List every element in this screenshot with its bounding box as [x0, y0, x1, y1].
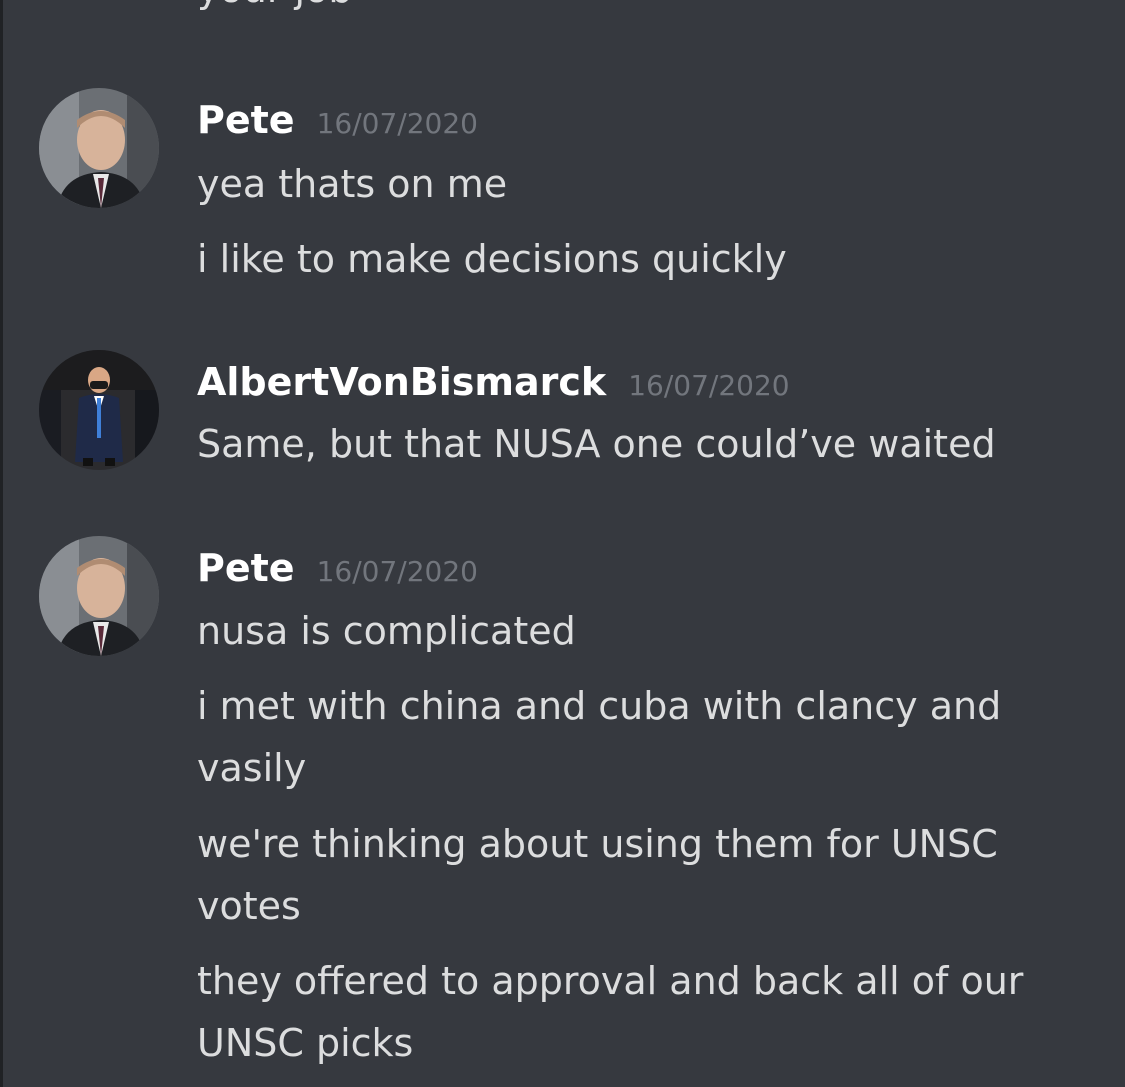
previous-message-text: your job: [197, 0, 352, 12]
message-text: yea thats on me: [197, 162, 508, 206]
message-text: nusa is complicated: [197, 609, 576, 653]
user-avatar-image: [39, 350, 159, 470]
avatar[interactable]: [39, 536, 159, 656]
avatar[interactable]: [39, 350, 159, 470]
username[interactable]: Pete: [197, 546, 295, 590]
user-avatar-image: [39, 88, 159, 208]
message-text: Same, but that NUSA one could’ve waited: [197, 422, 996, 466]
timestamp: 16/07/2020: [628, 369, 790, 402]
user-avatar-image: [39, 536, 159, 656]
timestamp: 16/07/2020: [316, 107, 478, 140]
avatar[interactable]: [39, 88, 159, 208]
message-header: Pete 16/07/2020: [197, 546, 478, 590]
username[interactable]: AlbertVonBismarck: [197, 360, 606, 404]
message-text: we're thinking about using them for UNSC: [197, 822, 998, 866]
message-header: AlbertVonBismarck 16/07/2020: [197, 360, 790, 404]
message-header: Pete 16/07/2020: [197, 98, 478, 142]
message-text: votes: [197, 884, 301, 928]
message-text: i like to make decisions quickly: [197, 237, 787, 281]
username[interactable]: Pete: [197, 98, 295, 142]
message-text: UNSC picks: [197, 1021, 414, 1065]
timestamp: 16/07/2020: [316, 555, 478, 588]
message-text: i met with china and cuba with clancy an…: [197, 684, 1002, 728]
message-text: they offered to approval and back all of…: [197, 959, 1024, 1003]
message-text: vasily: [197, 746, 307, 790]
channel-left-border: [0, 0, 3, 1087]
